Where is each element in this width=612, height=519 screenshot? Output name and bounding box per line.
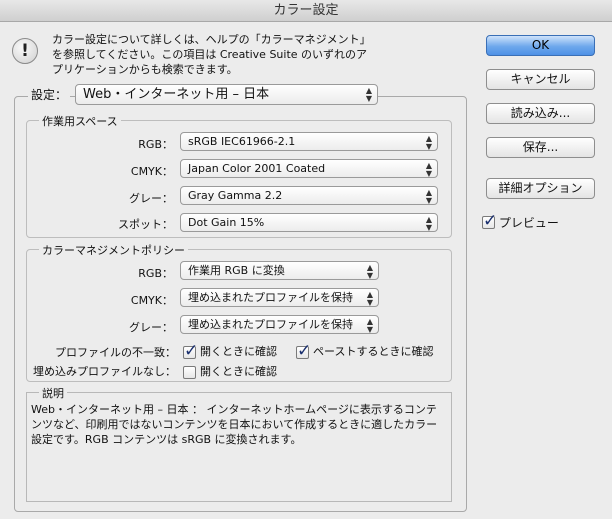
mismatch-label: プロファイルの不一致：: [55, 346, 176, 359]
settings-value: Web・インターネット用 – 日本: [83, 87, 270, 102]
select-arrows-icon: ▲ ▼: [425, 134, 432, 151]
policy-gray-value: 埋め込まれたプロファイルを保持: [188, 318, 353, 331]
checkbox-icon[interactable]: [296, 341, 311, 361]
settings-label: 設定：: [28, 86, 71, 103]
mismatch-open-label: 開くときに確認: [200, 345, 277, 358]
select-arrows-icon: ▲ ▼: [425, 188, 432, 205]
policy-rgb-select[interactable]: 作業用 RGB に変換 ▲ ▼: [180, 261, 379, 280]
policy-gray-select[interactable]: 埋め込まれたプロファイルを保持 ▲ ▼: [180, 315, 379, 334]
workspace-gray-label: グレー：: [129, 192, 173, 205]
select-arrows-icon: ▲ ▼: [425, 215, 432, 232]
workspace-rgb-label: RGB：: [138, 138, 173, 151]
workspace-cmyk-select[interactable]: Japan Color 2001 Coated ▲ ▼: [180, 159, 438, 178]
policy-rgb-value: 作業用 RGB に変換: [188, 264, 285, 277]
policy-title: カラーマネジメントポリシー: [39, 242, 188, 258]
preview-checkbox[interactable]: プレビュー: [482, 211, 559, 231]
missing-open-checkbox[interactable]: 開くときに確認: [183, 363, 277, 379]
select-arrows-icon: ▲ ▼: [365, 86, 372, 103]
select-arrows-icon: ▲ ▼: [366, 290, 373, 307]
workspace-cmyk-value: Japan Color 2001 Coated: [188, 162, 326, 175]
workspace-cmyk-label: CMYK：: [130, 165, 173, 178]
load-button[interactable]: 読み込み...: [486, 103, 595, 124]
mismatch-paste-label: ペーストするときに確認: [313, 345, 434, 358]
policy-cmyk-value: 埋め込まれたプロファイルを保持: [188, 291, 353, 304]
missing-open-label: 開くときに確認: [200, 365, 277, 378]
settings-select[interactable]: Web・インターネット用 – 日本 ▲ ▼: [75, 84, 378, 105]
info-text: カラー設定について詳しくは、ヘルプの「カラーマネジメント」を参照してください。こ…: [52, 33, 371, 76]
select-arrows-icon: ▲ ▼: [366, 317, 373, 334]
select-arrows-icon: ▲ ▼: [366, 263, 373, 280]
workspace-rgb-select[interactable]: sRGB IEC61966-2.1 ▲ ▼: [180, 132, 438, 151]
select-arrows-icon: ▲ ▼: [425, 161, 432, 178]
workspace-spot-select[interactable]: Dot Gain 15% ▲ ▼: [180, 213, 438, 232]
mismatch-paste-checkbox[interactable]: ペーストするときに確認: [296, 341, 434, 361]
window-title: カラー設定: [273, 3, 339, 18]
info-icon: !: [12, 38, 38, 64]
missing-label: 埋め込みプロファイルなし：: [33, 365, 176, 378]
policy-cmyk-select[interactable]: 埋め込まれたプロファイルを保持 ▲ ▼: [180, 288, 379, 307]
workspace-gray-select[interactable]: Gray Gamma 2.2 ▲ ▼: [180, 186, 438, 205]
policy-cmyk-label: CMYK：: [130, 294, 173, 307]
policy-gray-label: グレー：: [129, 321, 173, 334]
checkbox-icon[interactable]: [183, 341, 198, 361]
workspace-gray-value: Gray Gamma 2.2: [188, 189, 283, 202]
workspace-rgb-value: sRGB IEC61966-2.1: [188, 135, 296, 148]
cancel-button[interactable]: キャンセル: [486, 69, 595, 90]
workspace-spot-label: スポット：: [118, 218, 173, 231]
checkbox-icon[interactable]: [183, 365, 196, 379]
advanced-options-button[interactable]: 詳細オプション: [486, 178, 595, 199]
save-button[interactable]: 保存...: [486, 137, 595, 158]
window-title-bar: カラー設定: [0, 0, 612, 22]
preview-label: プレビュー: [498, 216, 559, 230]
workspace-spot-value: Dot Gain 15%: [188, 216, 265, 229]
workspace-title: 作業用スペース: [39, 113, 121, 129]
description-title: 説明: [39, 385, 67, 401]
policy-rgb-label: RGB：: [138, 267, 173, 280]
description-text: Web・インターネット用 – 日本 ： インターネットホームページに表示するコン…: [31, 403, 438, 446]
mismatch-open-checkbox[interactable]: 開くときに確認: [183, 341, 277, 361]
ok-button[interactable]: OK: [486, 35, 595, 56]
preview-check-icon[interactable]: [482, 211, 497, 231]
